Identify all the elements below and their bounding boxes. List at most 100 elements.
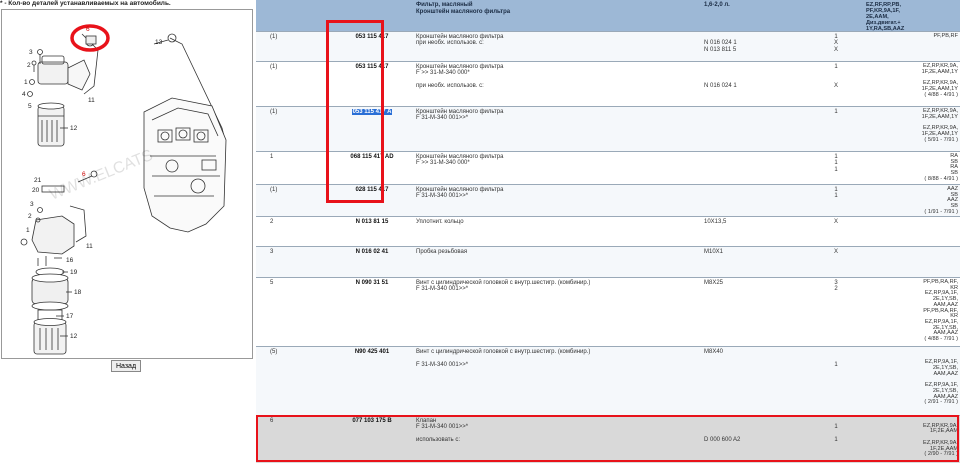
table-row[interactable]: 6 077 103 175 B Клапан F 31-M-340 001>>* исп…	[256, 415, 960, 463]
row-description: F 31-M-340 001>>*	[416, 115, 469, 122]
row-description: F >> 31-M-340 000*	[416, 160, 470, 167]
table-row[interactable]: 2 N 013 81 15 Уплотнит. кольцо 10X13,5 X	[256, 216, 960, 247]
row-part-number[interactable]: 053 115 417	[330, 34, 414, 40]
header-description: Фильтр, масляный Кронштейн масляного фил…	[416, 2, 510, 15]
row-quantity: 1	[834, 361, 838, 368]
row-quantity: 1	[834, 109, 838, 115]
row-quantity: 1	[834, 424, 838, 431]
row-description: при необх. использов. с:	[416, 83, 484, 90]
row-description: использовать с:	[416, 437, 460, 444]
table-row[interactable]: (5) N90 425 401 Винт с цилиндрической голо…	[256, 346, 960, 416]
row-spec: N 013 811 5	[704, 46, 737, 53]
callout-label: 2	[28, 213, 32, 220]
row-item-number: (1)	[270, 109, 278, 115]
callout-label: 3	[29, 49, 33, 56]
row-item-number: 6	[270, 418, 274, 424]
callout-label: 4	[22, 91, 26, 98]
row-part-number[interactable]: 068 115 417 AD	[330, 154, 414, 160]
callout-label: 13	[155, 39, 163, 46]
row-spec: N 016 024 1	[704, 83, 737, 90]
callout-label: 12	[70, 125, 78, 132]
table-row[interactable]: (1) 053 115 417 Кронштейн масляного фильтр…	[256, 31, 960, 62]
row-part-number[interactable]: N 013 81 15	[330, 219, 414, 225]
table-row[interactable]: (1) 053 115 417 A Кронштейн масляного филь…	[256, 106, 960, 152]
callout-label: 1	[24, 79, 28, 86]
callout-label: 6	[86, 26, 90, 33]
row-engine-codes: AAZ SB AAZ SB ( 1/91 - 7/91 )	[924, 186, 958, 215]
callout-label: 17	[66, 313, 74, 320]
table-row[interactable]: 1 068 115 417 AD Кронштейн масляного фильт…	[256, 151, 960, 185]
row-quantity: 1	[834, 193, 838, 200]
row-item-number: (1)	[270, 187, 278, 193]
row-description: F 31-M-340 001>>*	[416, 193, 469, 200]
row-item-number: (1)	[270, 34, 278, 40]
row-quantity: 1	[834, 166, 838, 173]
row-quantity: X	[833, 46, 838, 53]
row-engine-codes: EZ,RP,KR,9A, 1F,2E,AAM EZ,RP,KR,9A, 1F,2…	[922, 422, 958, 458]
header-spec: 1,6-2,0 л.	[704, 2, 730, 8]
callout-label: 3	[30, 201, 34, 208]
footnote-note: * - Кол-во деталей устанавливаемых на ав…	[0, 0, 171, 7]
callout-label: 21	[34, 177, 42, 184]
callout-label: 19	[70, 269, 78, 276]
row-spec: M8X40	[704, 349, 724, 355]
row-description: F >> 31-M-340 000*	[416, 70, 470, 77]
watermark-text: WWW.ELCATS	[47, 147, 155, 204]
row-engine-codes: EZ,RP,9A,1F, 2E,1Y,SB, AAM,AAZ EZ,RP,9A,…	[924, 359, 958, 406]
row-quantity: X	[833, 219, 838, 225]
row-quantity: X	[833, 249, 838, 255]
row-spec: D 000 600 A2	[704, 437, 741, 444]
row-part-number[interactable]: N 090 31 51	[330, 280, 414, 286]
row-description: F 31-M-340 001>>*	[416, 424, 469, 431]
selected-part-number[interactable]: 053 115 417 A	[351, 109, 393, 115]
row-quantity: X	[833, 83, 838, 90]
row-part-number[interactable]: N 016 02 41	[330, 249, 414, 255]
row-item-number: 3	[270, 249, 274, 255]
header-desc-line2: Кронштейн масляного фильтра	[416, 8, 511, 15]
callout-label: 16	[66, 257, 74, 264]
parts-table: Фильтр, масляный Кронштейн масляного фил…	[256, 0, 960, 463]
parts-diagram[interactable]: 6 13 3 2 11 1 4 5 12 21 20 3 2 1 11 16 1…	[1, 9, 253, 359]
row-item-number: 5	[270, 280, 274, 286]
row-quantity: 1	[834, 437, 838, 444]
row-spec: M10X1	[704, 249, 724, 255]
row-description: Уплотнит. кольцо	[416, 219, 464, 225]
row-part-number[interactable]: 053 115 417	[330, 64, 414, 70]
row-spec: M8X25	[704, 280, 724, 286]
row-item-number: (1)	[270, 64, 278, 70]
callout-label: 12	[70, 333, 78, 340]
row-item-number: 2	[270, 219, 274, 225]
row-part-number[interactable]: 077 103 175 B	[330, 418, 414, 424]
header-engine-codes: EZ,RF,RP,PB, PF,KR,9A,1F, 2E,AAM, Диз.дв…	[866, 2, 905, 32]
callout-label: 1	[26, 227, 30, 234]
row-part-number[interactable]: 028 115 417	[330, 187, 414, 193]
row-engine-codes: EZ,RP,KR,9A, 1F,2E,AAM,1Y EZ,RP,KR,9A, 1…	[921, 108, 958, 143]
callout-label: 18	[74, 289, 82, 296]
row-description: Винт с цилиндрической головкой с внутр.ш…	[416, 349, 591, 355]
row-item-number: 1	[270, 154, 274, 160]
row-part-number[interactable]: 053 115 417 A	[330, 109, 414, 115]
callout-label: 5	[28, 103, 32, 110]
table-row[interactable]: (1) 053 115 417 Кронштейн масляного фильтр…	[256, 61, 960, 107]
exploded-view-drawing: 6 13 3 2 11 1 4 5 12 21 20 3 2 1 11 16 1…	[20, 24, 227, 355]
row-quantity: 2	[834, 286, 838, 293]
row-description: при необх. использов. с:	[416, 40, 484, 47]
row-description: Пробка резьбовая	[416, 249, 468, 255]
callout-label: 11	[86, 243, 93, 250]
row-quantity: 1	[834, 64, 838, 70]
row-item-number: (5)	[270, 349, 278, 355]
row-engine-codes: PF,PB,RF	[933, 33, 958, 39]
row-description: F 31-M-340 001>>*	[416, 286, 469, 293]
row-description: F 31-M-340 001>>*	[416, 361, 469, 368]
back-button[interactable]: Назад	[111, 360, 141, 372]
table-row[interactable]: (1) 028 115 417 Кронштейн масляного фильтр…	[256, 184, 960, 217]
row-engine-codes: EZ,RP,KR,9A, 1F,2E,AAM,1Y EZ,RP,KR,9A, 1…	[921, 63, 958, 98]
row-part-number[interactable]: N90 425 401	[330, 349, 414, 355]
row-spec: 10X13,5	[704, 219, 727, 225]
table-row[interactable]: 3 N 016 02 41 Пробка резьбовая M10X1 X	[256, 246, 960, 278]
row-engine-codes: RA SB RA SB ( 8/88 - 4/91 )	[924, 153, 958, 182]
callout-label: 2	[27, 62, 31, 69]
callout-label: 20	[32, 187, 40, 194]
row-engine-codes: PF,PB,RA,RF, KR EZ,RP,9A,1F, 2E,1Y,SB, A…	[923, 279, 958, 343]
table-row[interactable]: 5N 090 31 51 Винт с цилиндрической головк…	[256, 277, 960, 347]
